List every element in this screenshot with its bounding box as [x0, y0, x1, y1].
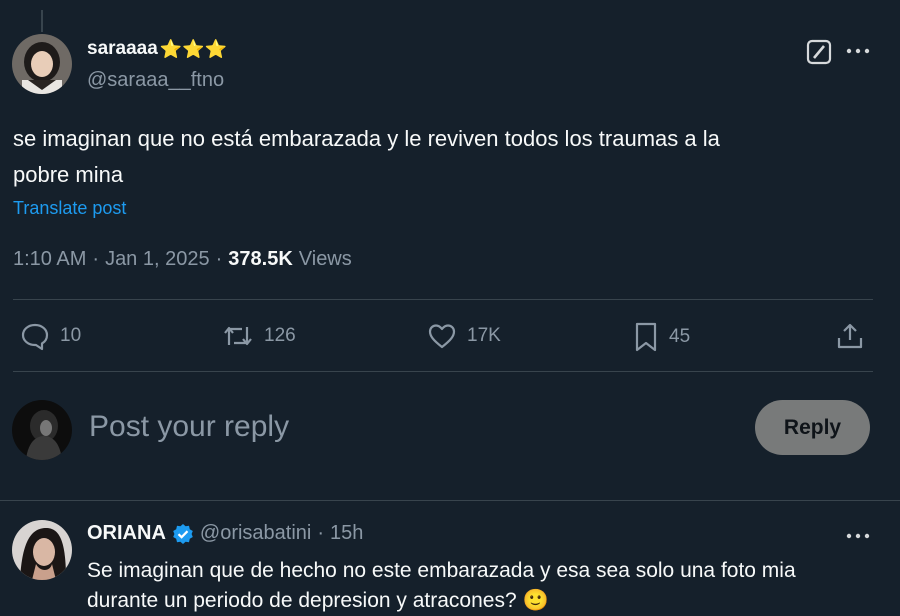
- reply-icon: [20, 321, 50, 351]
- heart-icon: [427, 321, 457, 351]
- author-name-suffix: ⭐⭐⭐: [159, 38, 228, 59]
- separator-dot: ·: [215, 248, 223, 270]
- author-avatar[interactable]: [12, 34, 72, 94]
- separator-dot: ·: [92, 248, 100, 270]
- post-text-line: se imaginan que no está embarazada y le …: [13, 126, 720, 151]
- separator-dot: ·: [317, 522, 325, 544]
- author-handle[interactable]: @saraaa__ftno: [87, 69, 224, 92]
- reply-text-line: durante un periodo de depresion y atraco…: [87, 589, 549, 612]
- reply-author-avatar[interactable]: [12, 520, 72, 580]
- share-icon[interactable]: [835, 321, 865, 351]
- avatar-photo-icon: [12, 520, 72, 580]
- reply-author-name[interactable]: ORIANA: [87, 522, 166, 545]
- post-time[interactable]: 1:10 AM: [13, 248, 86, 271]
- like-action-button[interactable]: 17K: [427, 321, 501, 351]
- post-date[interactable]: Jan 1, 2025: [105, 248, 210, 271]
- reply-count: 10: [60, 325, 82, 346]
- translate-post-link[interactable]: Translate post: [13, 198, 126, 219]
- grok-icon[interactable]: [806, 39, 832, 65]
- reply-text-line: Se imaginan que de hecho no este embaraz…: [87, 559, 796, 582]
- thread-line: [41, 10, 43, 32]
- author-name[interactable]: saraaaa: [87, 38, 158, 60]
- post-text: se imaginan que no está embarazada y le …: [13, 121, 893, 193]
- reply-button[interactable]: Reply: [755, 400, 870, 455]
- divider: [13, 371, 873, 372]
- repost-count: 126: [264, 325, 296, 346]
- post-metadata: 1:10 AM · Jan 1, 2025 · 378.5K Views: [13, 248, 352, 271]
- reply-header: ORIANA @orisabatini · 15h: [87, 522, 363, 545]
- repost-action-button[interactable]: 126: [222, 321, 296, 351]
- bookmark-action-button[interactable]: 45: [633, 321, 690, 353]
- post-text-line: pobre mina: [13, 162, 124, 187]
- user-avatar[interactable]: [12, 400, 72, 460]
- reply-action-button[interactable]: 10: [20, 321, 81, 351]
- bookmark-count: 45: [669, 326, 691, 347]
- divider: [13, 299, 873, 300]
- like-count: 17K: [467, 325, 501, 346]
- more-options-icon[interactable]: [846, 44, 870, 58]
- divider: [0, 500, 900, 501]
- avatar-photo-icon: [12, 34, 72, 94]
- bookmark-icon: [633, 321, 659, 353]
- reply-time[interactable]: 15h: [330, 522, 363, 545]
- views-label: Views: [298, 248, 352, 270]
- avatar-photo-icon: [12, 400, 72, 460]
- views-count: 378.5K: [228, 248, 293, 270]
- repost-icon: [222, 321, 254, 351]
- reply-author-handle[interactable]: @orisabatini: [200, 522, 311, 545]
- reply-more-options-icon[interactable]: [846, 529, 870, 543]
- reply-input[interactable]: Post your reply: [89, 410, 289, 444]
- verified-badge-icon[interactable]: [172, 523, 194, 545]
- reply-text: Se imaginan que de hecho no este embaraz…: [87, 556, 887, 616]
